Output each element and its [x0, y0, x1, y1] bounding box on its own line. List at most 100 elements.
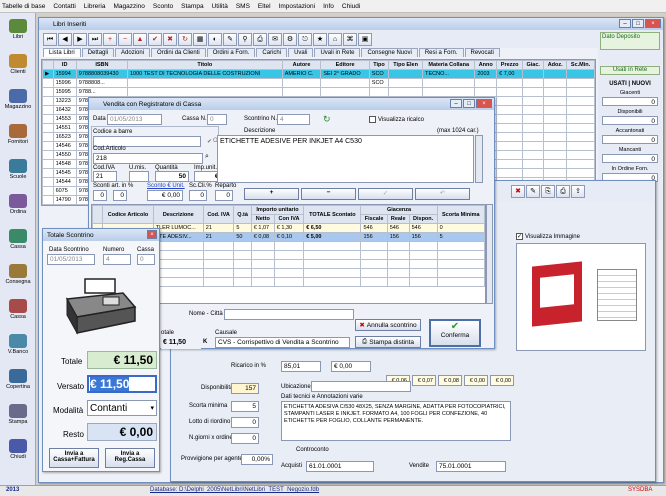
- sc-cli-field[interactable]: 0: [189, 190, 207, 201]
- print-icon[interactable]: ⎙: [253, 33, 267, 46]
- cancel-row-button[interactable]: ↶: [415, 188, 470, 200]
- up-icon[interactable]: ▲: [133, 33, 147, 46]
- panel-icon[interactable]: ▣: [358, 33, 372, 46]
- acquisti-field[interactable]: 61.01.0001: [306, 461, 374, 472]
- giorni-field[interactable]: 0: [231, 433, 259, 444]
- sidebar-item[interactable]: Cassa: [2, 229, 34, 250]
- invia-reg-cassa-button[interactable]: Invia a Reg.Cassa: [105, 448, 155, 468]
- grid-icon[interactable]: ▦: [193, 33, 207, 46]
- table-row[interactable]: 15996 9788808... SCO: [42, 78, 595, 88]
- sidebar-item[interactable]: Ordina: [2, 194, 34, 215]
- nome-citta-field[interactable]: [224, 309, 354, 320]
- invia-cassa-fattura-button[interactable]: Invia a Cassa+Fattura: [49, 448, 99, 468]
- column-header[interactable]: ISBN: [75, 60, 129, 70]
- remove-button[interactable]: −: [301, 188, 356, 200]
- numero-field[interactable]: 4: [103, 254, 131, 265]
- column-header[interactable]: TOTALE Scontato: [303, 205, 362, 224]
- column-header[interactable]: Con IVA: [273, 214, 305, 224]
- column-header[interactable]: Anno: [474, 60, 498, 70]
- minimize-button[interactable]: –: [619, 19, 631, 28]
- tab[interactable]: Carichi: [256, 48, 288, 57]
- tab[interactable]: Adozioni: [115, 48, 151, 57]
- column-header[interactable]: Adoz.: [543, 60, 568, 70]
- menu-item[interactable]: Chiudi: [342, 3, 360, 10]
- lotto-field[interactable]: 0: [231, 417, 259, 428]
- export-icon[interactable]: ⇪: [571, 185, 585, 198]
- tab[interactable]: Consegne Nuovi: [361, 48, 418, 57]
- menu-item[interactable]: Tabelle di base: [2, 3, 45, 10]
- close-button[interactable]: ×: [476, 99, 492, 108]
- search-icon[interactable]: ⚲: [238, 33, 252, 46]
- ricarico-value[interactable]: € 0,00: [331, 361, 371, 372]
- column-header[interactable]: Sc.Min.: [566, 60, 595, 70]
- tab[interactable]: Revocati: [464, 48, 500, 57]
- menu-item[interactable]: Info: [323, 3, 334, 10]
- vendita-grid-scrollbar[interactable]: [486, 204, 493, 304]
- first-icon[interactable]: ⏮: [43, 33, 57, 46]
- causale-select[interactable]: CVS - Corrispettivo di Vendita a Scontri…: [215, 337, 350, 348]
- last-icon[interactable]: ⏭: [88, 33, 102, 46]
- prezzo-field[interactable]: € 0,00: [464, 375, 488, 386]
- menu-item[interactable]: Libreria: [84, 3, 106, 10]
- cassa-field[interactable]: 0: [137, 254, 155, 265]
- visualizza-ricalco[interactable]: Visualizza ricalco: [369, 116, 424, 123]
- check-icon[interactable]: ✔: [148, 33, 162, 46]
- column-header[interactable]: Prezzo: [496, 60, 524, 70]
- sconto-unit-link[interactable]: Sconto € Unit.: [147, 183, 185, 189]
- menu-item[interactable]: Impostazioni: [279, 3, 316, 10]
- annulla-button[interactable]: ✖ Annulla scontrino: [355, 319, 421, 331]
- home-icon[interactable]: ⌂: [328, 33, 342, 46]
- sidebar-item[interactable]: Clienti: [2, 54, 34, 75]
- refresh-icon[interactable]: ↻: [323, 114, 331, 125]
- tab[interactable]: Ordini da Clienti: [151, 48, 206, 57]
- sidebar-item[interactable]: Fornitori: [2, 124, 34, 145]
- tab[interactable]: Resi a Forn.: [418, 48, 464, 57]
- disponibilita-field[interactable]: 157: [231, 383, 259, 394]
- menu-item[interactable]: Sconto: [153, 3, 173, 10]
- data-field[interactable]: 01/05/2013: [107, 114, 162, 125]
- confirm-row-button[interactable]: ✓: [358, 188, 413, 200]
- vendite-field[interactable]: 75.01.0001: [436, 461, 506, 472]
- scorta-field[interactable]: 5: [231, 401, 259, 412]
- print-icon[interactable]: ⎙: [556, 185, 570, 198]
- search-icon[interactable]: ⌕: [205, 153, 209, 161]
- add-icon[interactable]: +: [103, 33, 117, 46]
- remove-icon[interactable]: −: [118, 33, 132, 46]
- conferma-button[interactable]: ✔ Conferma: [429, 319, 481, 347]
- delete-icon[interactable]: ✖: [511, 185, 525, 198]
- versato-field[interactable]: € 11,50: [87, 375, 157, 393]
- sidebar-item[interactable]: Magazzino: [2, 89, 34, 110]
- cassa-field[interactable]: 0: [207, 114, 227, 125]
- visualizza-immagine[interactable]: ✓ Visualizza Immagine: [516, 233, 580, 240]
- modalita-select[interactable]: Contanti ▾: [87, 400, 157, 416]
- prev-icon[interactable]: ◀: [58, 33, 72, 46]
- column-header[interactable]: Tipo: [368, 60, 390, 70]
- next-icon[interactable]: ▶: [73, 33, 87, 46]
- sidebar-item[interactable]: V.Banco: [2, 334, 34, 355]
- exit-icon[interactable]: ⎋: [298, 33, 312, 46]
- column-header[interactable]: Tipo Elen: [388, 60, 424, 70]
- sidebar-item[interactable]: Consegna: [2, 264, 34, 285]
- menu-item[interactable]: Contatti: [53, 3, 75, 10]
- column-header[interactable]: Editore: [320, 60, 370, 70]
- dropdown-arrow-icon[interactable]: ▾: [150, 401, 154, 416]
- sidebar-item[interactable]: Cassa: [2, 299, 34, 320]
- column-header[interactable]: Reale: [386, 214, 410, 224]
- descrizione-field[interactable]: ETICHETTE ADESIVE PER INKJET A4 C530: [217, 135, 474, 183]
- sidebar-item[interactable]: Copertina: [2, 369, 34, 390]
- tab[interactable]: Dettagli: [81, 48, 115, 57]
- sidebar-item[interactable]: Chiudi: [2, 439, 34, 460]
- add-button[interactable]: +: [244, 188, 299, 200]
- dati-tecnici-field[interactable]: ETICHETTA ADESIVA C/530 48X25, SENZA MAR…: [281, 401, 511, 441]
- maximize-button[interactable]: □: [632, 19, 644, 28]
- tab[interactable]: Uvali: [288, 48, 314, 57]
- scontrino-field[interactable]: 4: [277, 114, 310, 125]
- sconto1-field[interactable]: 0: [93, 190, 107, 201]
- edit-icon[interactable]: ✎: [526, 185, 540, 198]
- table-row[interactable]: 15995 9788...: [42, 87, 595, 97]
- sconto-unit-field[interactable]: € 0,00: [147, 190, 183, 201]
- data-scontrino-field[interactable]: 01/05/2013: [47, 254, 95, 265]
- descrizione-scrollbar[interactable]: [475, 135, 483, 183]
- table-row[interactable]: ▶ 15994 9788808039430 1000 TEST DI TECNOLOG…: [42, 69, 595, 79]
- sidebar-item[interactable]: Libri: [2, 19, 34, 40]
